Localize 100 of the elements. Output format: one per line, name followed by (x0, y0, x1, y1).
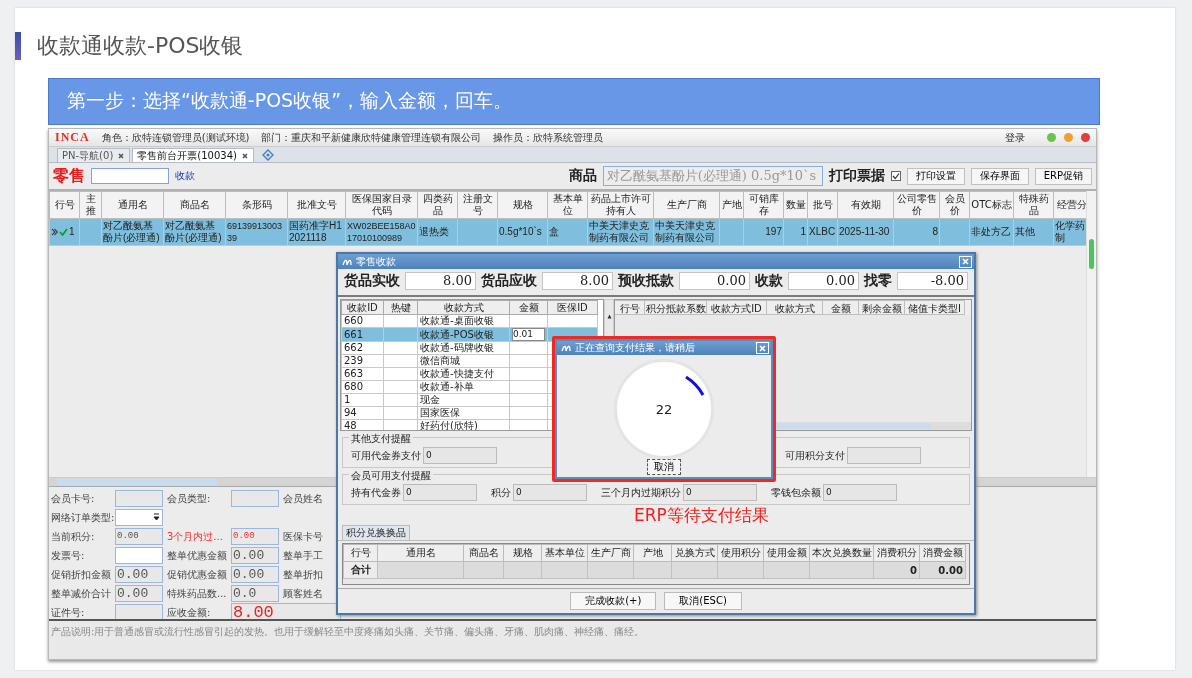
column-header[interactable]: 剩余金额 (859, 300, 905, 315)
column-header[interactable]: 产地 (633, 544, 672, 562)
column-header[interactable]: 批准文号 (287, 191, 346, 219)
maximize-button[interactable] (1064, 133, 1073, 142)
column-header[interactable]: 生产厂商 (653, 191, 720, 219)
close-icon[interactable] (240, 151, 249, 160)
column-header[interactable]: 特殊药品 (1013, 191, 1054, 219)
table-cell: XW02BEE158A017010100989 (345, 218, 418, 246)
diamond-icon[interactable] (261, 149, 274, 161)
toolbar-button[interactable]: 保存界面 (970, 167, 1029, 185)
column-header[interactable]: 产地 (719, 191, 744, 219)
close-icon[interactable] (117, 151, 126, 160)
column-header[interactable]: 使用金额 (763, 544, 810, 562)
login-link[interactable]: 登录 (1005, 130, 1025, 145)
column-header[interactable]: 主推 (79, 191, 102, 219)
column-header[interactable]: 基本单位 (541, 544, 588, 562)
column-header[interactable]: 消费积分 (873, 544, 920, 562)
header-text: 操作员：欣特系统管理员 (493, 130, 604, 145)
column-header[interactable]: 药品上市许可持有人 (587, 191, 654, 219)
column-header[interactable]: 行号 (49, 191, 80, 219)
column-header[interactable]: 数量 (783, 191, 808, 219)
column-header[interactable]: 可销库存 (743, 191, 784, 219)
table-cell: 94 (341, 406, 384, 420)
dialog-button[interactable]: 完成收款(+) (570, 592, 657, 610)
column-header[interactable]: 基本单位 (547, 191, 588, 219)
field-label: 证件号: (51, 605, 86, 620)
column-header[interactable]: 通用名 (377, 544, 464, 562)
scroll-thumb[interactable] (1089, 239, 1094, 269)
table-cell: 中美天津史克制药有限公司 (653, 218, 720, 246)
column-header[interactable]: 生产厂商 (587, 544, 634, 562)
table-cell: 1 (341, 393, 384, 407)
column-header[interactable]: 本次兑换数量 (809, 544, 874, 562)
product-label: 商品 (568, 167, 597, 185)
minimize-button[interactable] (1047, 133, 1056, 142)
table-cell: 662 (341, 341, 384, 355)
total-label: 收款 (755, 272, 783, 290)
readonly-field: 0 (683, 484, 757, 501)
column-header[interactable]: 规格 (503, 544, 542, 562)
column-header[interactable]: 收款ID (341, 300, 384, 315)
tab[interactable]: PN-导航(0) (57, 148, 131, 162)
column-header[interactable]: 医保国家目录代码 (345, 191, 418, 219)
cancel-button[interactable]: 取消 (647, 459, 681, 475)
column-header[interactable]: 公司零售价 (893, 191, 940, 219)
accent-bar (15, 32, 21, 60)
column-header[interactable]: 收款方式 (417, 300, 510, 315)
column-header[interactable]: 会员价 (939, 191, 970, 219)
column-header[interactable]: 注册文号 (457, 191, 498, 219)
check-icon[interactable] (59, 228, 68, 237)
column-header[interactable]: 积分抵款系数 (645, 300, 707, 315)
column-header[interactable]: 规格 (497, 191, 548, 219)
scrollbar[interactable] (1086, 191, 1096, 477)
dropdown[interactable] (115, 509, 163, 526)
table-cell: 680 (341, 380, 384, 394)
readonly-field: 0.00 (115, 566, 163, 583)
column-header[interactable]: 储值卡类型I (905, 300, 965, 315)
tab[interactable]: 零售前台开票(10034) (132, 148, 254, 162)
column-header[interactable]: 收款方式 (767, 300, 823, 315)
column-header[interactable]: 商品名 (463, 544, 504, 562)
arrow-icon[interactable] (606, 314, 612, 319)
column-header[interactable]: 医保ID (547, 300, 598, 315)
table-cell: 663 (341, 367, 384, 381)
description-text: 产品说明:用于普通感冒或流行性感冒引起的发热。也用于缓解轻至中度疼痛如头痛、关节痛、偏头痛、牙痛、肌肉痛、神经痛、痛经。 (49, 619, 1096, 659)
table-row[interactable]: 660 收款通-桌面收银 (341, 314, 598, 328)
close-button[interactable] (1081, 133, 1090, 142)
column-header[interactable]: 热键 (383, 300, 418, 315)
checkbox[interactable] (890, 171, 901, 181)
table-cell: 收款通-补单 (417, 380, 510, 394)
toolbar-button[interactable]: ERP促销 (1034, 167, 1092, 185)
column-header[interactable]: OTC标志 (969, 191, 1014, 219)
check-icon (891, 172, 900, 180)
print-label: 打印票据 (828, 167, 885, 185)
input-field[interactable] (91, 168, 169, 184)
column-header[interactable]: 批号 (807, 191, 838, 219)
field-label: 零钱包余额 (771, 485, 821, 500)
scroll-thumb[interactable] (57, 479, 217, 485)
column-header[interactable]: 兑换方式 (671, 544, 718, 562)
column-header[interactable]: 金额 (509, 300, 548, 315)
dialog-button[interactable]: 取消(ESC) (664, 592, 742, 610)
column-header[interactable]: 通用名 (101, 191, 164, 219)
column-header[interactable]: 有效期 (837, 191, 894, 219)
page-title: 收款通收款-POS收银 (37, 32, 244, 60)
column-header[interactable]: 金额 (823, 300, 859, 315)
input-field[interactable] (115, 547, 163, 564)
toolbar-button[interactable]: 打印设置 (906, 167, 965, 185)
column-header[interactable]: 消费金额 (919, 544, 966, 562)
column-header[interactable]: 行号 (615, 300, 645, 315)
payment-link[interactable]: 收款 (175, 169, 195, 183)
column-header[interactable]: 收款方式ID (707, 300, 767, 315)
column-header[interactable]: 条形码 (225, 191, 288, 219)
table-cell: 现金 (417, 393, 510, 407)
table-row[interactable]: 661 收款通-POS收银 0.01 (341, 327, 598, 342)
column-header[interactable]: 行号 (343, 544, 378, 562)
column-header[interactable]: 商品名 (163, 191, 226, 219)
dialog-title: 零售收款 (356, 254, 397, 269)
group-title: 会员可用支付提醒 (349, 469, 433, 483)
tab[interactable]: 积分兑换换品 (342, 525, 410, 540)
column-header[interactable]: 使用积分 (717, 544, 764, 562)
input-field[interactable]: 0.01 (512, 328, 545, 341)
column-header[interactable]: 四类药品 (417, 191, 458, 219)
column-header[interactable]: 经营分 (1053, 191, 1086, 219)
